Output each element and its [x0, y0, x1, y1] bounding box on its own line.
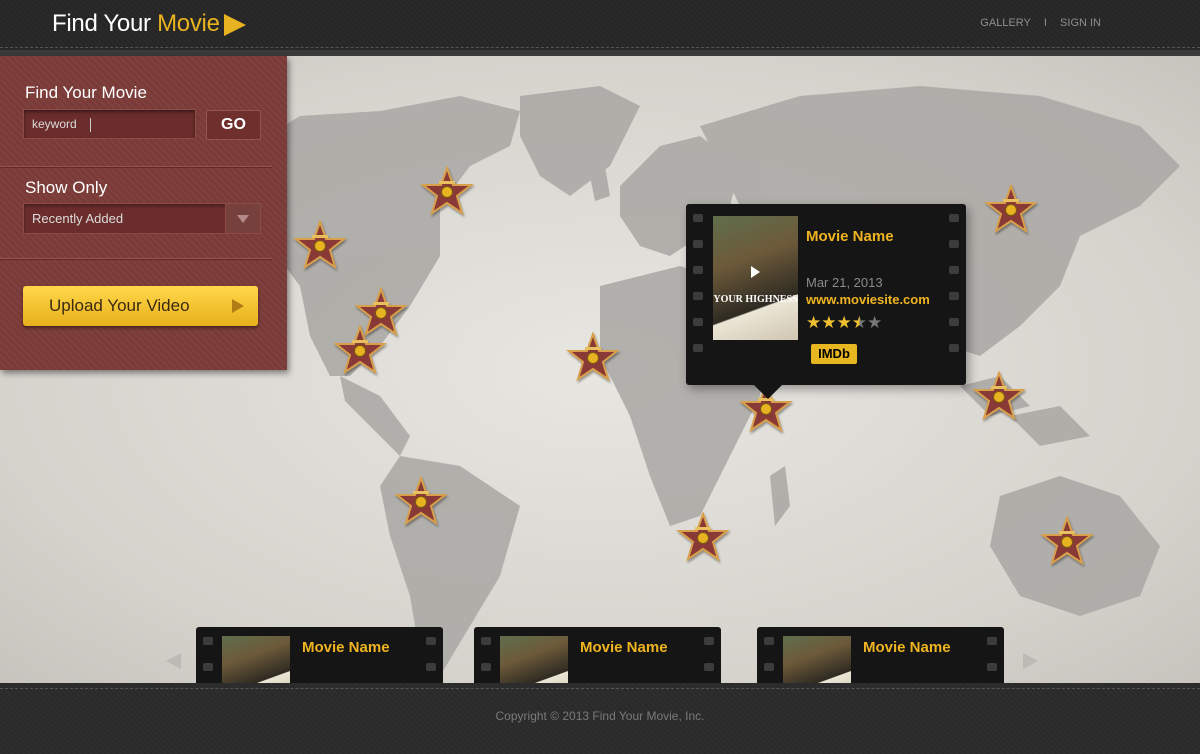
chevron-left-icon[interactable] — [166, 653, 181, 669]
star-marker-icon[interactable] — [1040, 516, 1094, 566]
star-icon: ★ — [806, 313, 822, 333]
film-holes-left — [764, 637, 774, 683]
star-icon: ★ — [821, 313, 837, 333]
site-header: Find Your Movie GALLERY I SIGN IN — [0, 0, 1200, 50]
search-title: Find Your Movie — [25, 83, 147, 102]
rating-stars: ★★★★★ — [806, 313, 882, 333]
logo[interactable]: Find Your Movie — [52, 10, 220, 38]
star-icon: ★ — [836, 313, 852, 333]
copyright-text: Copyright © 2013 Find Your Movie, Inc. — [495, 709, 705, 723]
card-title[interactable]: Movie Name — [863, 639, 951, 656]
dropdown-arrow-icon[interactable] — [225, 204, 260, 233]
star-marker-icon[interactable] — [293, 220, 347, 270]
star-icon: ★ — [867, 313, 883, 333]
card-poster[interactable] — [222, 636, 290, 683]
popup-website-link[interactable]: www.moviesite.com — [806, 292, 930, 307]
top-nav: GALLERY I SIGN IN — [975, 17, 1106, 29]
keyword-input[interactable]: keyword — [23, 109, 196, 139]
film-holes-right — [426, 637, 436, 683]
star-marker-icon[interactable] — [972, 371, 1026, 421]
popup-pointer — [754, 385, 782, 399]
play-arrow-icon — [232, 299, 244, 313]
play-icon[interactable] — [751, 266, 760, 278]
logo-accent-text: Movie — [157, 10, 220, 37]
logo-play-icon — [224, 14, 246, 36]
sidebar-divider — [0, 258, 272, 260]
star-half-icon: ★ — [851, 313, 867, 333]
film-holes-left — [693, 214, 703, 370]
logo-text: Find Your — [52, 10, 158, 37]
filter-title: Show Only — [25, 178, 108, 197]
sidebar-panel: Find Your Movie keyword GO Show Only Rec… — [0, 56, 287, 370]
header-stitch — [0, 47, 1200, 48]
star-marker-icon[interactable] — [984, 184, 1038, 234]
upload-video-label: Upload Your Video — [49, 296, 190, 315]
star-marker-icon[interactable] — [333, 325, 387, 375]
imdb-badge[interactable]: IMDb — [811, 344, 857, 364]
star-marker-icon[interactable] — [566, 332, 620, 382]
popup-movie-name[interactable]: Movie Name — [806, 228, 894, 245]
sidebar-divider — [0, 166, 272, 168]
card-title[interactable]: Movie Name — [580, 639, 668, 656]
movie-card[interactable]: Movie Name — [196, 627, 443, 683]
movie-card[interactable]: Movie Name — [757, 627, 1004, 683]
card-poster[interactable] — [783, 636, 851, 683]
chevron-right-icon[interactable] — [1023, 653, 1038, 669]
card-poster[interactable] — [500, 636, 568, 683]
movie-poster[interactable]: YOUR HIGHNESS — [713, 216, 798, 340]
nav-gallery[interactable]: GALLERY — [980, 17, 1031, 29]
popup-date: Mar 21, 2013 — [806, 275, 883, 290]
text-cursor — [90, 118, 91, 132]
site-footer: Copyright © 2013 Find Your Movie, Inc. — [0, 683, 1200, 754]
go-button[interactable]: GO — [206, 110, 261, 140]
poster-title: YOUR HIGHNESS — [713, 294, 798, 305]
film-holes-left — [481, 637, 491, 683]
nav-sign-in[interactable]: SIGN IN — [1060, 17, 1101, 29]
film-holes-right — [949, 214, 959, 370]
film-holes-right — [704, 637, 714, 683]
star-marker-icon[interactable] — [420, 166, 474, 216]
nav-separator: I — [1043, 17, 1047, 29]
card-title[interactable]: Movie Name — [302, 639, 390, 656]
star-marker-icon[interactable] — [394, 476, 448, 526]
filter-select[interactable]: Recently Added — [23, 203, 261, 234]
film-holes-right — [987, 637, 997, 683]
filter-selected-value: Recently Added — [32, 211, 124, 226]
star-marker-icon[interactable] — [676, 512, 730, 562]
movie-popup[interactable]: YOUR HIGHNESS Movie Name Mar 21, 2013 ww… — [686, 204, 966, 399]
footer-stitch — [0, 688, 1200, 689]
movie-card[interactable]: Movie Name — [474, 627, 721, 683]
upload-video-button[interactable]: Upload Your Video — [23, 286, 258, 326]
film-holes-left — [203, 637, 213, 683]
keyword-input-value: keyword — [32, 117, 77, 131]
